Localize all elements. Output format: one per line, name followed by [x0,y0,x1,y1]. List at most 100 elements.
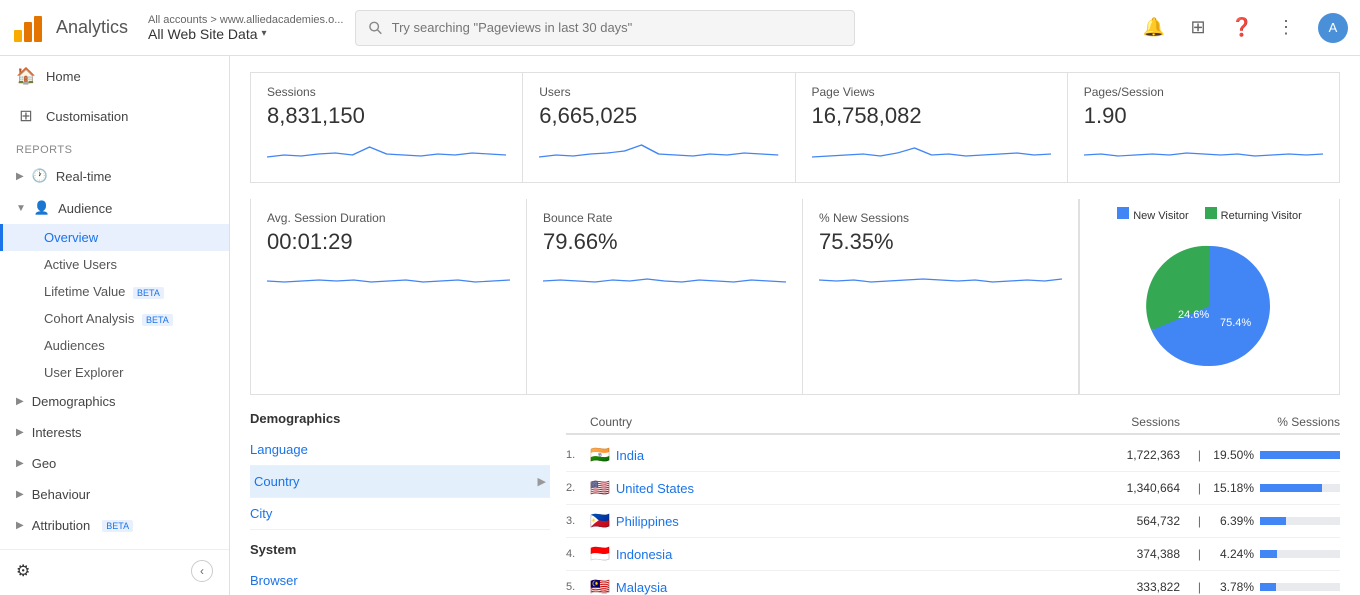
bar-wrap [1260,484,1340,492]
lifetime-value-beta: BETA [133,287,164,299]
admin-icon: ⚙ [16,561,30,581]
country-table-header: Country Sessions % Sessions [566,411,1340,435]
attribution-beta: BETA [102,520,133,532]
sidebar-item-active-users[interactable]: Active Users [0,251,229,278]
apps-icon[interactable]: ⊞ [1186,16,1210,40]
demo-country[interactable]: Country ▶ [250,466,550,498]
help-icon[interactable]: ❓ [1230,16,1254,40]
left-panel: Demographics Language Country ▶ City Sys… [250,411,550,595]
rank-num: 2. [566,482,590,494]
pageviews-label: Page Views [812,85,1051,99]
pie-chart: 24.6% 75.4% [1088,226,1331,386]
bar-wrap [1260,550,1340,558]
geo-arrow: ▶ [16,458,24,469]
sidebar-item-demographics[interactable]: ▶ Demographics [0,386,229,417]
new-sessions-sparkline [819,263,1062,293]
customisation-icon: ⊞ [16,106,36,126]
bar-fill [1260,517,1286,525]
returning-visitor-color [1205,207,1217,219]
sidebar-item-customisation[interactable]: ⊞ Customisation [0,96,229,136]
sidebar-item-audience[interactable]: ▼ 👤 Audience [0,192,229,224]
new-sessions-label: % New Sessions [819,211,1062,225]
sidebar-item-user-explorer[interactable]: User Explorer [0,359,229,386]
avatar[interactable]: A [1318,13,1348,43]
notifications-icon[interactable]: 🔔 [1142,16,1166,40]
table-row: 1. 🇮🇳 India 1,722,363 | 19.50% [566,439,1340,472]
bar-fill [1260,484,1322,492]
realtime-icon: 🕐 [32,168,48,184]
users-label: Users [539,85,778,99]
pie-legend: New Visitor Returning Visitor [1088,207,1331,222]
sidebar-item-lifetime-value[interactable]: Lifetime Value BETA [0,278,229,305]
country-name[interactable]: Philippines [616,514,1060,529]
home-icon: 🏠 [16,66,36,86]
behaviour-arrow: ▶ [16,489,24,500]
demo-city[interactable]: City [250,498,550,530]
new-sessions-value: 75.35% [819,229,1062,255]
country-name[interactable]: Malaysia [616,580,1060,595]
pct-container: | 6.39% [1180,514,1340,528]
account-selector[interactable]: All Web Site Data ▾ [148,26,343,42]
cohort-beta: BETA [142,314,173,326]
table-row: 2. 🇺🇸 United States 1,340,664 | 15.18% [566,472,1340,505]
more-options-icon[interactable]: ⋮ [1274,16,1298,40]
sidebar-item-audiences[interactable]: Audiences [0,332,229,359]
attribution-arrow: ▶ [16,520,24,531]
metric-avg-session: Avg. Session Duration 00:01:29 [251,199,527,394]
bar-fill [1260,550,1277,558]
sidebar-item-attribution[interactable]: ▶ Attribution BETA [0,510,229,541]
topbar-right: 🔔 ⊞ ❓ ⋮ A [1142,13,1348,43]
returning-pct-label: 24.6% [1178,309,1209,321]
search-icon [368,20,383,36]
system-browser[interactable]: Browser [250,565,550,595]
account-path: All accounts > www.alliedacademies.o... [148,14,343,26]
pages-session-sparkline [1084,137,1323,167]
rank-num: 3. [566,515,590,527]
pie-chart-container: New Visitor Returning Visitor [1079,199,1339,394]
metric-pages-session: Pages/Session 1.90 [1068,73,1339,182]
sessions-value: 1,340,664 [1060,481,1180,495]
sidebar-item-overview[interactable]: Overview [0,224,229,251]
sidebar-item-realtime[interactable]: ▶ 🕐 Real-time [0,160,229,192]
country-name[interactable]: India [616,448,1060,463]
sessions-value: 333,822 [1060,580,1180,594]
sessions-value: 564,732 [1060,514,1180,528]
topbar: Analytics All accounts > www.alliedacade… [0,0,1360,56]
pct-value: 19.50% [1209,448,1254,462]
sessions-sparkline [267,137,506,167]
admin-item[interactable]: ⚙ ‹ [0,549,229,592]
avg-session-label: Avg. Session Duration [267,211,510,225]
bar-wrap [1260,517,1340,525]
sidebar-item-interests[interactable]: ▶ Interests [0,417,229,448]
search-input[interactable] [392,20,843,35]
country-name[interactable]: United States [616,481,1060,496]
country-name[interactable]: Indonesia [616,547,1060,562]
sidebar-item-cohort-analysis[interactable]: Cohort Analysis BETA [0,305,229,332]
pct-value: 3.78% [1209,580,1254,594]
sidebar-item-geo[interactable]: ▶ Geo [0,448,229,479]
rank-num: 1. [566,449,590,461]
metric-users: Users 6,665,025 [523,73,795,182]
demo-language[interactable]: Language [250,434,550,466]
avg-session-value: 00:01:29 [267,229,510,255]
new-pct-label: 75.4% [1220,317,1251,329]
sessions-value: 1,722,363 [1060,448,1180,462]
audience-arrow: ▼ [16,203,26,214]
bar-wrap [1260,451,1340,459]
content-area: Sessions 8,831,150 Users 6,665,025 Page … [230,56,1360,595]
sidebar-item-home[interactable]: 🏠 Home [0,56,229,96]
collapse-button[interactable]: ‹ [191,560,213,582]
pageviews-sparkline [812,137,1051,167]
metric-sessions: Sessions 8,831,150 [251,73,523,182]
metrics-row-1: Sessions 8,831,150 Users 6,665,025 Page … [250,72,1340,183]
metric-pageviews: Page Views 16,758,082 [796,73,1068,182]
search-bar[interactable] [355,10,855,46]
audience-icon: 👤 [34,200,50,216]
bar-fill [1260,583,1276,591]
sidebar-item-behaviour[interactable]: ▶ Behaviour [0,479,229,510]
sessions-label: Sessions [267,85,506,99]
account-info: All accounts > www.alliedacademies.o... … [148,14,343,42]
lower-section: Demographics Language Country ▶ City Sys… [250,411,1340,595]
pages-session-value: 1.90 [1084,103,1323,129]
metric-bounce: Bounce Rate 79.66% [527,199,803,394]
